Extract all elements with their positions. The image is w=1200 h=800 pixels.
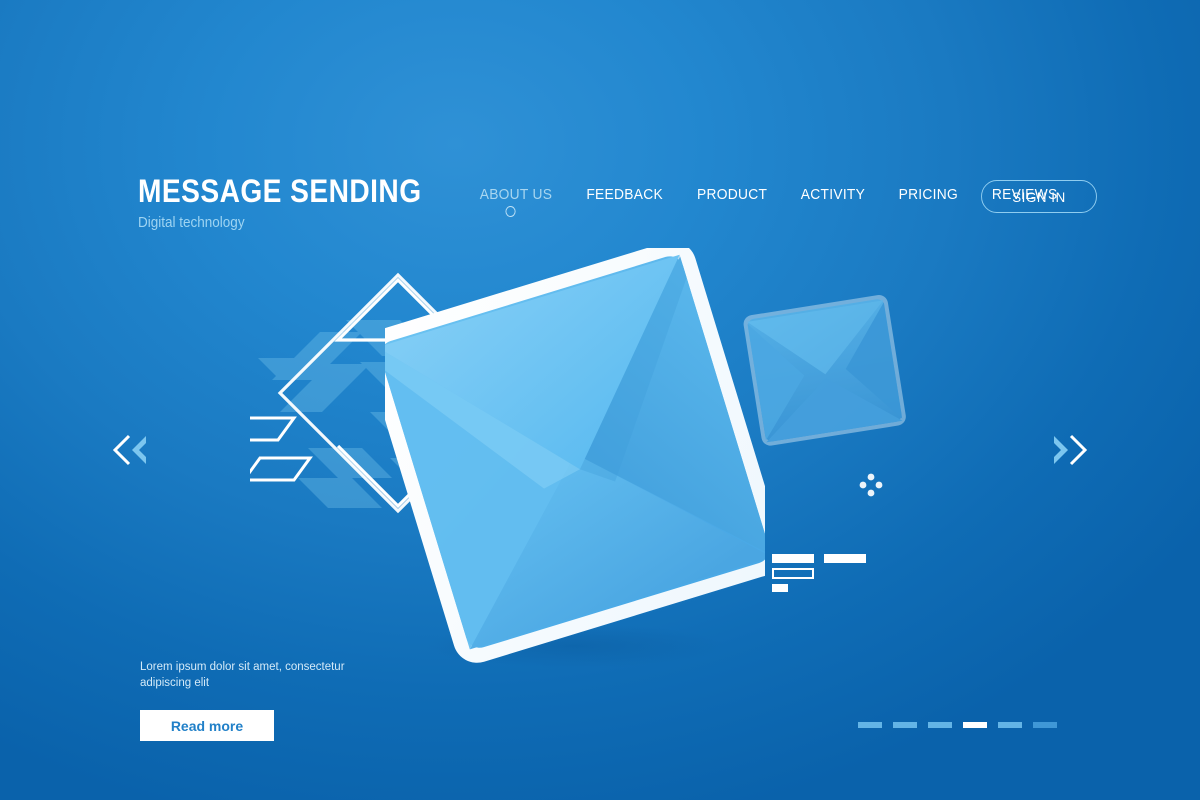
hero-copy-block: Lorem ipsum dolor sit amet, consectetur … (140, 660, 345, 742)
read-more-button[interactable]: Read more (140, 710, 274, 742)
pagination-dot[interactable] (1033, 722, 1057, 728)
small-envelope-icon (743, 295, 906, 446)
carousel-next-icon[interactable] (1048, 432, 1088, 468)
carousel-pagination (858, 722, 1057, 728)
nav-item-activity[interactable]: ACTIVITY (788, 186, 878, 203)
pagination-dot[interactable] (998, 722, 1022, 728)
nav-item-about-us[interactable]: ABOUT US (479, 186, 565, 217)
hero-banner: MESSAGE SENDING Digital technology ABOUT… (0, 0, 1200, 800)
nav-item-label: ABOUT US (479, 186, 553, 203)
brand-block: MESSAGE SENDING Digital technology (138, 175, 460, 231)
carousel-prev-icon[interactable] (112, 432, 152, 468)
page-subtitle: Digital technology (138, 214, 245, 231)
page-title: MESSAGE SENDING (138, 173, 422, 209)
sign-in-button[interactable]: SIGN IN (981, 180, 1097, 213)
pagination-dot[interactable] (858, 722, 882, 728)
pagination-dot-active[interactable] (963, 722, 987, 728)
nav-item-product[interactable]: PRODUCT (684, 186, 780, 203)
hero-description: Lorem ipsum dolor sit amet, consectetur … (140, 661, 345, 689)
nav-item-pricing[interactable]: PRICING (886, 186, 971, 203)
stacked-bars-decor-icon (772, 554, 866, 592)
four-dot-decor-icon (859, 473, 883, 497)
nav-active-indicator-icon (505, 206, 516, 217)
pagination-dot[interactable] (928, 722, 952, 728)
pagination-dot[interactable] (893, 722, 917, 728)
nav-item-feedback[interactable]: FEEDBACK (573, 186, 675, 203)
main-envelope-illustration (385, 248, 765, 668)
